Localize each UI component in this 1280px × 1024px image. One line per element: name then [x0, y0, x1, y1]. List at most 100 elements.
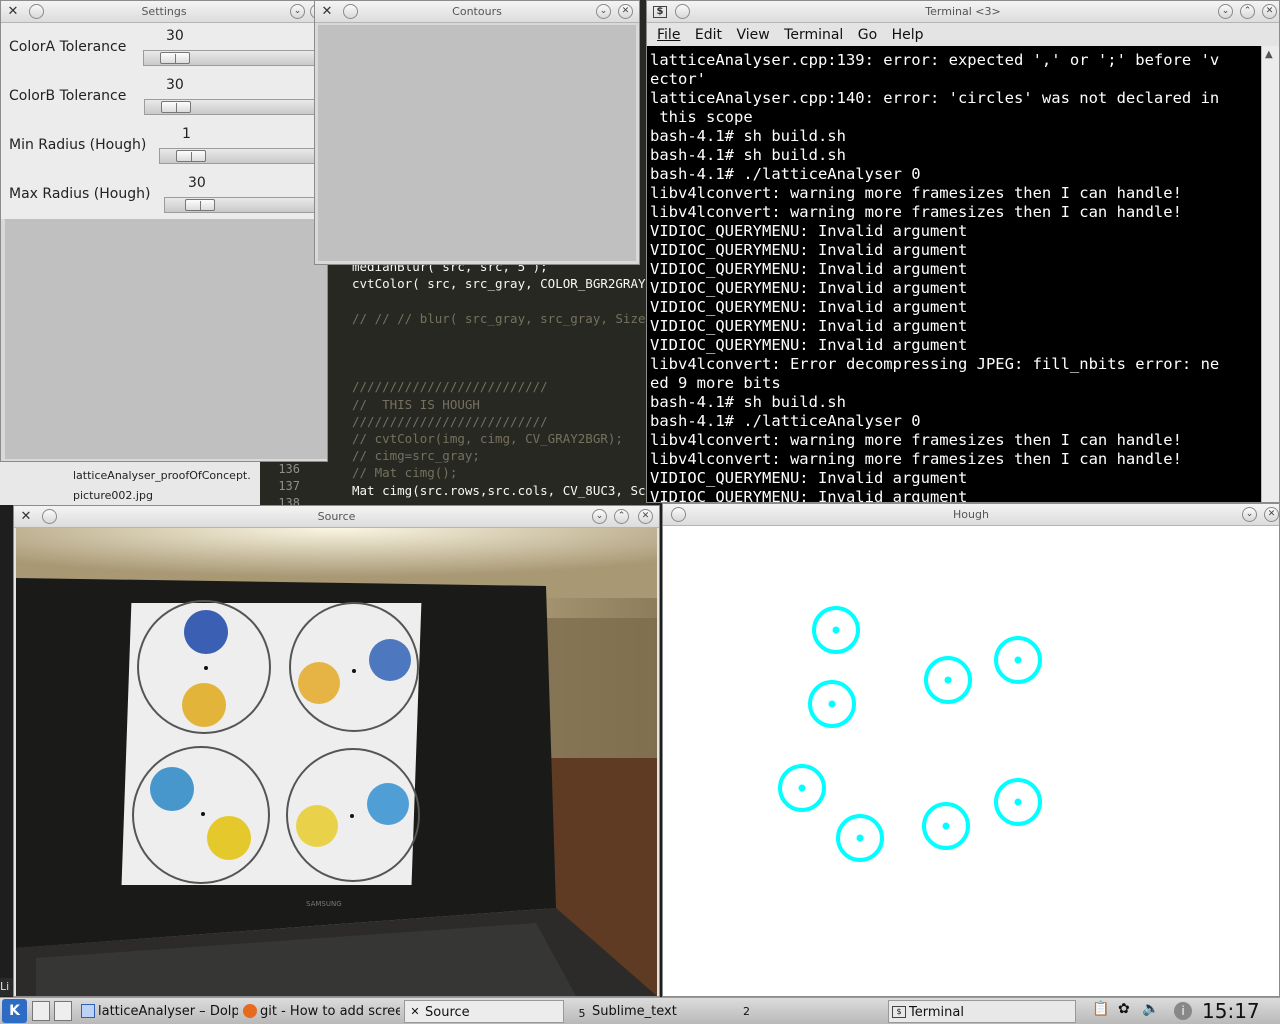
terminal-line: libv4lconvert: warning more framesizes t… — [650, 184, 1182, 202]
terminal-scrollbar[interactable]: ▲ — [1261, 46, 1279, 502]
terminal-line: VIDIOC_QUERYMENU: Invalid argument — [650, 469, 968, 487]
menu-button[interactable] — [675, 4, 690, 19]
laptop-brand-text: SAMSUNG — [306, 900, 342, 908]
code-line: ////////////////////////// — [352, 379, 548, 395]
terminal-window: $ Terminal <3> ⌄ ⌃ ✕ File Edit View Term… — [646, 0, 1280, 503]
show-desktop-icon[interactable] — [32, 1001, 50, 1021]
terminal-line: latticeAnalyser.cpp:140: error: 'circles… — [650, 89, 1220, 107]
line-number: 136 — [278, 462, 300, 476]
terminal-line: VIDIOC_QUERYMENU: Invalid argument — [650, 279, 968, 297]
circle-center — [832, 626, 840, 634]
source-window: ✕ Source ⌄ ⌃ ✕ SAMSUNG — [13, 505, 660, 997]
window-title: Terminal <3> — [925, 5, 1001, 18]
terminal-line: bash-4.1# ./latticeAnalyser 0 — [650, 165, 921, 183]
terminal-line: VIDIOC_QUERYMENU: Invalid argument — [650, 317, 968, 335]
kde-menu-icon[interactable]: K — [2, 999, 27, 1023]
trackbar-value: 30 — [166, 28, 184, 44]
trackbar-handle[interactable] — [176, 150, 206, 162]
circle-center — [944, 676, 952, 684]
trackbar-slider[interactable] — [164, 197, 327, 213]
circle-center — [856, 834, 864, 842]
trackbar-handle[interactable] — [160, 52, 190, 64]
trackbar-handle[interactable] — [161, 101, 191, 113]
terminal-line: libv4lconvert: warning more framesizes t… — [650, 203, 1182, 221]
trackbar-label: Max Radius (Hough) — [9, 186, 151, 202]
sublime-icon: 5 — [578, 1007, 586, 1020]
scroll-up-arrow-icon[interactable]: ▲ — [1265, 49, 1273, 60]
task-source[interactable]: ✕ Source — [404, 1000, 564, 1023]
info-icon[interactable]: i — [1174, 1002, 1192, 1020]
chevron-down-icon[interactable]: ⌄ — [1218, 4, 1233, 19]
task-dolphin[interactable]: latticeAnalyser – Dolphin — [78, 1000, 238, 1023]
close-icon[interactable]: ✕ — [1262, 4, 1277, 19]
partial-desktop-label: Li — [0, 978, 13, 996]
chevron-down-icon[interactable]: ⌄ — [290, 4, 305, 19]
code-line: // THIS IS HOUGH — [352, 396, 480, 412]
terminal-line: VIDIOC_QUERYMENU: Invalid argument — [650, 336, 968, 354]
chevron-up-icon[interactable]: ⌃ — [614, 509, 629, 524]
terminal-line: bash-4.1# sh build.sh — [650, 393, 846, 411]
contours-titlebar[interactable]: ✕ Contours ⌄ ✕ — [315, 1, 639, 23]
menu-file[interactable]: File — [657, 27, 680, 43]
trackbar-value: 1 — [182, 126, 191, 142]
chevron-down-icon[interactable]: ⌄ — [592, 509, 607, 524]
sidebar-file[interactable]: latticeAnalyser_proofOfConcept. — [73, 469, 251, 482]
menu-terminal[interactable]: Terminal — [784, 27, 843, 43]
clock[interactable]: 15:17 — [1202, 999, 1260, 1023]
trackbar-panel: ColorA Tolerance 30 ColorB Tolerance 30 Min … — [1, 23, 327, 219]
close-icon[interactable]: ✕ — [638, 509, 653, 524]
volume-icon[interactable]: 🔈 — [1142, 1001, 1159, 1017]
task-sublime[interactable]: 5 Sublime_text 2 — [572, 1000, 762, 1023]
line-number: 137 — [278, 479, 300, 493]
menu-button[interactable] — [671, 507, 686, 522]
task-firefox[interactable]: git - How to add screen — [240, 1000, 400, 1023]
network-icon[interactable]: ✿ — [1118, 1001, 1130, 1017]
code-line: ////////////////////////// — [352, 413, 548, 429]
close-icon[interactable]: ✕ — [618, 4, 633, 19]
task-terminal[interactable]: $ Terminal — [888, 1000, 1076, 1023]
close-icon[interactable]: ✕ — [1264, 507, 1279, 522]
chevron-up-icon[interactable]: ⌃ — [1240, 4, 1255, 19]
trackbar-slider[interactable] — [159, 148, 327, 164]
image-area — [5, 219, 327, 459]
clipboard-icon[interactable]: 📋 — [1092, 1001, 1109, 1017]
window-title: Source — [317, 510, 356, 523]
sidebar-file[interactable]: picture002.jpg — [73, 489, 153, 502]
trackbar-slider[interactable] — [144, 99, 327, 115]
menu-button[interactable] — [42, 509, 57, 524]
chevron-down-icon[interactable]: ⌄ — [596, 4, 611, 19]
window-title: Hough — [953, 508, 989, 521]
menu-button[interactable] — [29, 4, 44, 19]
menu-view[interactable]: View — [736, 27, 769, 43]
terminal-line: VIDIOC_QUERYMENU: Invalid argument — [650, 488, 968, 502]
menu-go[interactable]: Go — [858, 27, 877, 43]
terminal-line: ed 9 more bits — [650, 374, 781, 392]
terminal-line: libv4lconvert: Error decompressing JPEG:… — [650, 355, 1220, 373]
terminal-line: bash-4.1# sh build.sh — [650, 127, 846, 145]
code-line: // Mat cimg(); — [352, 465, 458, 481]
terminal-line: this scope — [650, 108, 753, 126]
trackbar-label: ColorA Tolerance — [9, 39, 127, 55]
terminal-line: bash-4.1# ./latticeAnalyser 0 — [650, 412, 921, 430]
circle-center — [798, 784, 806, 792]
terminal-titlebar[interactable]: $ Terminal <3> ⌄ ⌃ ✕ — [647, 1, 1279, 23]
hough-titlebar[interactable]: Hough ⌄ ✕ — [663, 504, 1279, 526]
pager-icon[interactable] — [54, 1001, 72, 1021]
code-line: // cvtColor(img, cimg, CV_GRAY2BGR); — [352, 431, 623, 446]
circle-center — [1014, 798, 1022, 806]
menu-help[interactable]: Help — [892, 27, 924, 43]
terminal-line: libv4lconvert: warning more framesizes t… — [650, 431, 1182, 449]
menu-button[interactable] — [343, 4, 358, 19]
hough-circles-image — [778, 606, 1042, 862]
code-line: cvtColor( src, src_gray, COLOR_BGR2GRAY … — [352, 276, 669, 292]
settings-titlebar[interactable]: ✕ Settings ⌄ ⌃ — [1, 1, 327, 23]
source-titlebar[interactable]: ✕ Source ⌄ ⌃ ✕ — [14, 506, 659, 528]
webcam-image: SAMSUNG — [16, 528, 657, 996]
chevron-down-icon[interactable]: ⌄ — [1242, 507, 1257, 522]
terminal-icon: $ — [653, 6, 667, 18]
terminal-output[interactable]: latticeAnalyser.cpp:139: error: expected… — [647, 46, 1261, 502]
window-title: Settings — [141, 5, 187, 18]
trackbar-handle[interactable] — [185, 199, 215, 211]
menu-edit[interactable]: Edit — [695, 27, 722, 43]
trackbar-slider[interactable] — [143, 50, 327, 66]
